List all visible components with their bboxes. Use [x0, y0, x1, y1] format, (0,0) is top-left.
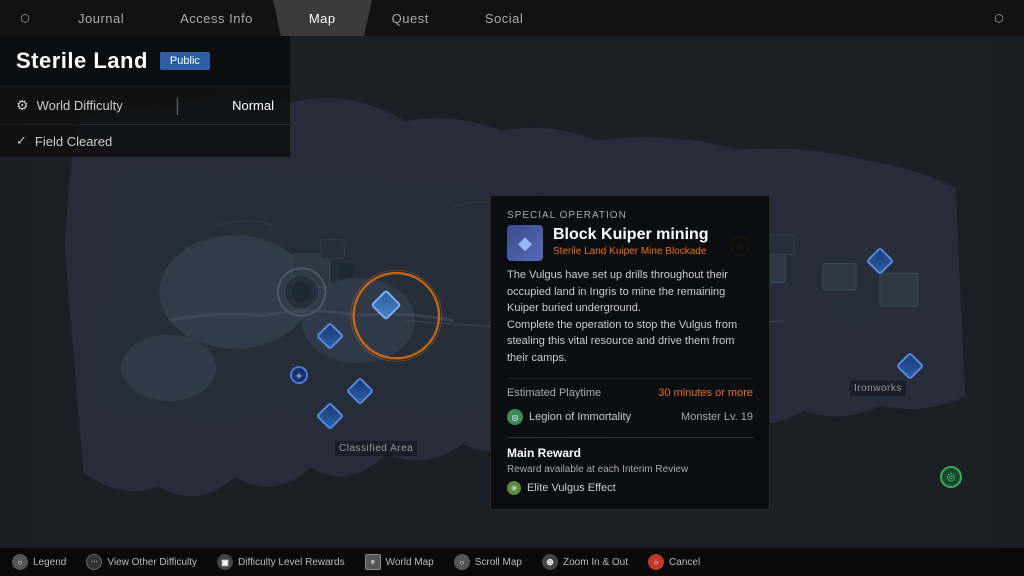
- operation-title-group: Block Kuiper mining Sterile Land Kuiper …: [553, 225, 709, 257]
- legend-label: Legend: [33, 557, 66, 568]
- r1-icon: ⬡: [994, 12, 1004, 25]
- playtime-value: 30 minutes or more: [658, 387, 753, 399]
- world-map-icon: ■: [365, 554, 381, 570]
- bottom-zoom[interactable]: ⊕ Zoom In & Out: [542, 554, 628, 570]
- map-marker-2[interactable]: ◈: [290, 366, 308, 384]
- difficulty-rewards-label: Difficulty Level Rewards: [238, 557, 345, 568]
- map-label-classified: Classified Area: [335, 441, 417, 456]
- tab-access-info[interactable]: Access Info: [152, 0, 281, 36]
- faction-row: ◎ Legion of Immortality Monster Lv. 19: [507, 409, 753, 425]
- map-label-ironworks: Ironworks: [850, 381, 906, 396]
- playtime-row: Estimated Playtime 30 minutes or more: [507, 378, 753, 399]
- reward-item-icon: ◉: [507, 481, 521, 495]
- reward-title: Main Reward: [507, 446, 753, 460]
- zoom-icon: ⊕: [542, 554, 558, 570]
- playtime-label: Estimated Playtime: [507, 387, 601, 399]
- right-controller-button[interactable]: ⬡: [974, 12, 1024, 25]
- bottom-cancel[interactable]: ○ Cancel: [648, 554, 700, 570]
- cancel-label: Cancel: [669, 557, 700, 568]
- difficulty-rewards-icon: ▣: [217, 554, 233, 570]
- operation-popup: Special Operation ◆ Block Kuiper mining …: [490, 195, 770, 510]
- faction-label: Legion of Immortality: [529, 411, 631, 423]
- diamond-icon: ◆: [518, 233, 532, 254]
- cancel-icon: ○: [648, 554, 664, 570]
- zoom-label: Zoom In & Out: [563, 557, 628, 568]
- tab-journal[interactable]: Journal: [50, 0, 152, 36]
- world-map-label: World Map: [386, 557, 434, 568]
- tab-social[interactable]: Social: [457, 0, 551, 36]
- operation-type-label: Special Operation: [507, 210, 753, 221]
- nav-tabs: Journal Access Info Map Quest Social: [50, 0, 974, 36]
- reward-subtitle: Reward available at each Interim Review: [507, 464, 753, 475]
- bottom-legend[interactable]: ○ Legend: [12, 554, 66, 570]
- bottom-options[interactable]: ⋯ View Other Difficulty: [86, 554, 197, 570]
- top-navigation: ⬡ Journal Access Info Map Quest Social ⬡: [0, 0, 1024, 36]
- operation-icon: ◆: [507, 225, 543, 261]
- scroll-map-icon: ○: [454, 554, 470, 570]
- view-difficulty-label: View Other Difficulty: [107, 557, 197, 568]
- monster-level: Monster Lv. 19: [681, 411, 753, 423]
- operation-subtitle: Sterile Land Kuiper Mine Blockade: [553, 246, 709, 257]
- left-controller-button[interactable]: ⬡: [0, 12, 50, 25]
- scroll-map-label: Scroll Map: [475, 557, 522, 568]
- faction-icon: ◎: [507, 409, 523, 425]
- l1-icon: ⬡: [20, 12, 30, 25]
- operation-header: ◆ Block Kuiper mining Sterile Land Kuipe…: [507, 225, 753, 261]
- bottom-scroll-map[interactable]: ○ Scroll Map: [454, 554, 522, 570]
- bottom-world-map[interactable]: ■ World Map: [365, 554, 434, 570]
- reward-section: Main Reward Reward available at each Int…: [507, 437, 753, 495]
- bottom-bar: ○ Legend ⋯ View Other Difficulty ▣ Diffi…: [0, 548, 1024, 576]
- tab-map[interactable]: Map: [281, 0, 364, 36]
- operation-title: Block Kuiper mining: [553, 225, 709, 244]
- options-icon: ⋯: [86, 554, 102, 570]
- operation-description: The Vulgus have set up drills throughout…: [507, 267, 753, 366]
- legend-button-icon: ○: [12, 554, 28, 570]
- reward-item: ◉ Elite Vulgus Effect: [507, 481, 753, 495]
- tab-quest[interactable]: Quest: [364, 0, 457, 36]
- bottom-difficulty-rewards[interactable]: ▣ Difficulty Level Rewards: [217, 554, 345, 570]
- map-marker-green[interactable]: ◎: [940, 466, 962, 488]
